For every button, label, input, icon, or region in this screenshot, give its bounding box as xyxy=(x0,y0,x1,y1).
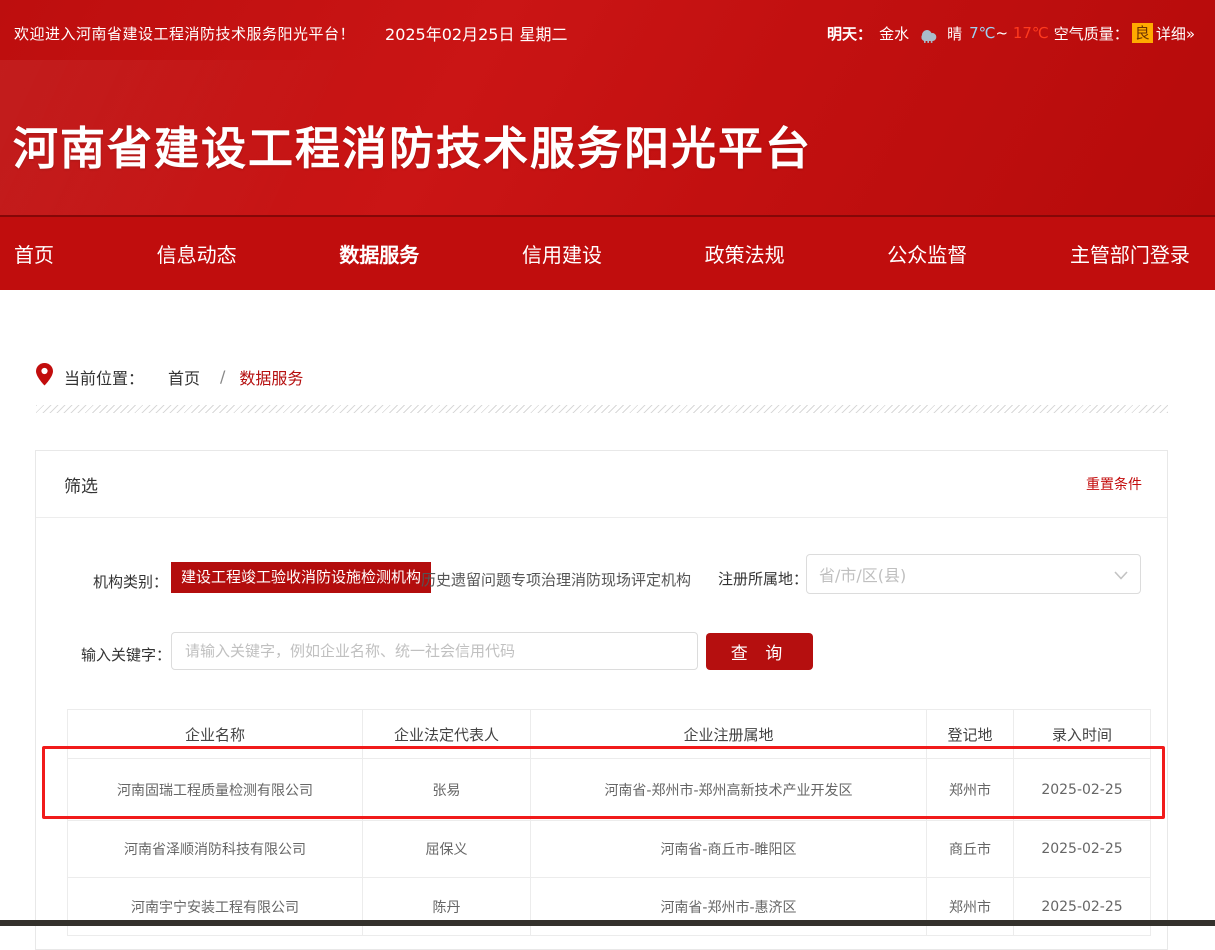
search-button[interactable]: 查 询 xyxy=(706,633,813,670)
category-option-unselected[interactable]: 历史遗留问题专项治理消防现场评定机构 xyxy=(421,569,691,590)
col-header-company: 企业名称 xyxy=(68,710,363,759)
table-header-row: 企业名称 企业法定代表人 企业注册属地 登记地 录入时间 xyxy=(68,710,1151,759)
chevron-down-icon xyxy=(1114,565,1128,584)
cell-registration-place: 郑州市 xyxy=(927,759,1014,821)
col-header-representative: 企业法定代表人 xyxy=(363,710,531,759)
weather-widget: 明天： 金水 晴 7℃~ 17℃ 空气质量： 良 详细» xyxy=(827,22,1195,45)
nav-item-home[interactable]: 首页 xyxy=(14,239,54,268)
category-option-selected[interactable]: 建设工程竣工验收消防设施检测机构 xyxy=(171,562,431,593)
table-row[interactable]: 河南省泽顺消防科技有限公司 屈保义 河南省-商丘市-睢阳区 商丘市 2025-0… xyxy=(68,821,1151,878)
cell-registered-address: 河南省-郑州市-郑州高新技术产业开发区 xyxy=(531,759,927,821)
cell-representative: 张易 xyxy=(363,759,531,821)
cell-company: 河南固瑞工程质量检测有限公司 xyxy=(68,759,363,821)
nav-item-data-service[interactable]: 数据服务 xyxy=(339,239,419,268)
temp-range-sep: ~ xyxy=(995,24,1008,42)
welcome-text: 欢迎进入河南省建设工程消防技术服务阳光平台！ xyxy=(14,23,355,44)
cloud-drizzle-icon xyxy=(916,24,940,47)
reset-filters-link[interactable]: 重置条件 xyxy=(1086,474,1142,494)
weather-condition: 晴 xyxy=(947,23,962,44)
weather-detail-link[interactable]: 详细» xyxy=(1156,23,1195,44)
cell-entry-date: 2025-02-25 xyxy=(1014,759,1151,821)
site-header: 欢迎进入河南省建设工程消防技术服务阳光平台！ 2025年02月25日 星期二 明… xyxy=(0,0,1215,215)
cell-company: 河南宇宁安装工程有限公司 xyxy=(68,878,363,936)
weather-tomorrow-label: 明天： xyxy=(827,23,872,44)
region-select[interactable]: 省/市/区(县) xyxy=(806,554,1141,594)
location-pin-icon xyxy=(36,363,53,390)
cell-registered-address: 河南省-郑州市-惠济区 xyxy=(531,878,927,936)
region-label: 注册所属地： xyxy=(718,568,808,589)
filter-panel-header: 筛选 重置条件 xyxy=(36,451,1167,518)
weather-temp-range: 7℃~ 17℃ xyxy=(969,24,1049,42)
col-header-entry-date: 录入时间 xyxy=(1014,710,1151,759)
weather-district: 金水 xyxy=(879,23,909,44)
date-text: 2025年02月25日 星期二 xyxy=(385,21,568,45)
table-row[interactable]: 河南宇宁安装工程有限公司 陈丹 河南省-郑州市-惠济区 郑州市 2025-02-… xyxy=(68,878,1151,936)
col-header-registration-place: 登记地 xyxy=(927,710,1014,759)
keyword-input[interactable] xyxy=(171,632,698,670)
cell-registration-place: 商丘市 xyxy=(927,821,1014,878)
cell-registration-place: 郑州市 xyxy=(927,878,1014,936)
main-nav: 首页 信息动态 数据服务 信用建设 政策法规 公众监督 主管部门登录 xyxy=(0,215,1215,290)
bottom-dark-bar xyxy=(0,920,1215,926)
temp-low: 7℃ xyxy=(969,24,995,42)
air-quality-label: 空气质量： xyxy=(1054,23,1129,44)
breadcrumb-current[interactable]: 数据服务 xyxy=(239,365,303,389)
category-label: 机构类别： xyxy=(93,571,168,592)
temp-high: 17℃ xyxy=(1013,24,1049,42)
cell-entry-date: 2025-02-25 xyxy=(1014,821,1151,878)
cell-representative: 陈丹 xyxy=(363,878,531,936)
results-table: 企业名称 企业法定代表人 企业注册属地 登记地 录入时间 河南固瑞工程质量检测有… xyxy=(67,709,1151,936)
cell-representative: 屈保义 xyxy=(363,821,531,878)
cell-registered-address: 河南省-商丘市-睢阳区 xyxy=(531,821,927,878)
filter-panel: 筛选 重置条件 机构类别： 建设工程竣工验收消防设施检测机构 历史遗留问题专项治… xyxy=(35,450,1168,950)
region-select-placeholder: 省/市/区(县) xyxy=(819,562,906,586)
nav-item-admin-login[interactable]: 主管部门登录 xyxy=(1070,239,1190,268)
air-quality-badge: 良 xyxy=(1132,23,1153,43)
breadcrumb-label: 当前位置： xyxy=(64,365,144,389)
slash-divider xyxy=(36,405,1168,413)
breadcrumb: 当前位置： 首页 / 数据服务 xyxy=(36,363,303,390)
nav-item-credit[interactable]: 信用建设 xyxy=(522,239,602,268)
cell-company: 河南省泽顺消防科技有限公司 xyxy=(68,821,363,878)
table-row[interactable]: 河南固瑞工程质量检测有限公司 张易 河南省-郑州市-郑州高新技术产业开发区 郑州… xyxy=(68,759,1151,821)
nav-item-news[interactable]: 信息动态 xyxy=(157,239,237,268)
keyword-label: 输入关键字： xyxy=(81,644,171,665)
topbar: 欢迎进入河南省建设工程消防技术服务阳光平台！ 2025年02月25日 星期二 明… xyxy=(14,22,1195,44)
page-title: 河南省建设工程消防技术服务阳光平台 xyxy=(13,112,812,177)
col-header-registered-address: 企业注册属地 xyxy=(531,710,927,759)
breadcrumb-home[interactable]: 首页 xyxy=(168,365,200,389)
cell-entry-date: 2025-02-25 xyxy=(1014,878,1151,936)
filter-title: 筛选 xyxy=(64,472,98,497)
breadcrumb-separator: / xyxy=(220,367,225,386)
nav-item-policy[interactable]: 政策法规 xyxy=(705,239,785,268)
nav-item-supervision[interactable]: 公众监督 xyxy=(887,239,967,268)
